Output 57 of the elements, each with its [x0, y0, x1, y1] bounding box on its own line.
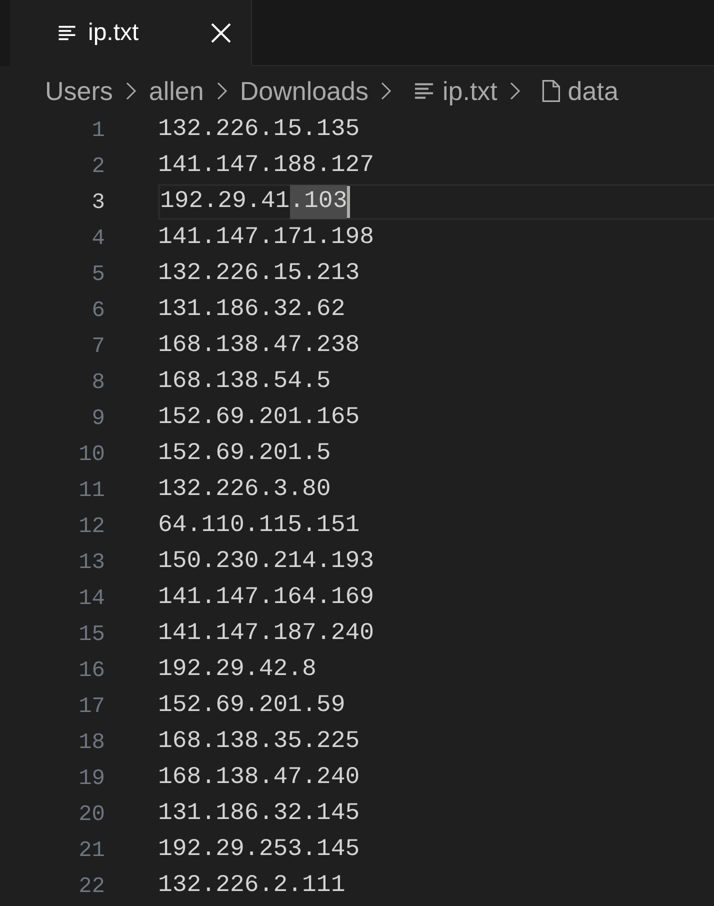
- code-line: 141.147.188.127: [158, 151, 374, 181]
- code-line: 152.69.201.59: [158, 691, 346, 721]
- code-line: 131.186.32.145: [158, 799, 360, 829]
- file-icon: [541, 79, 562, 103]
- line-number: 5: [90, 260, 105, 288]
- line-number: 2: [90, 152, 105, 180]
- code-line: 141.147.187.240: [158, 619, 374, 649]
- code-line: 192.29.253.145: [158, 835, 360, 865]
- code-line: 150.230.214.193: [158, 547, 374, 577]
- code-line: 168.138.47.240: [158, 763, 360, 793]
- code-line: 141.147.164.169: [158, 583, 374, 613]
- code-line: 132.226.15.213: [158, 259, 360, 289]
- line-number: 17: [78, 692, 105, 720]
- line-number: 3: [90, 188, 105, 216]
- line-number: 22: [78, 872, 105, 900]
- code-line: 132.226.3.80: [158, 475, 331, 505]
- line-number: 19: [78, 764, 105, 792]
- line-number: 16: [78, 656, 105, 684]
- line-number: 9: [90, 404, 105, 432]
- code-line: 152.69.201.165: [158, 403, 360, 433]
- line-number: 1: [90, 116, 105, 144]
- line-number: 12: [78, 512, 105, 540]
- breadcrumb-item[interactable]: Users: [45, 72, 113, 110]
- line-number: 18: [78, 728, 105, 756]
- code-line: 141.147.171.198: [158, 223, 374, 253]
- close-icon[interactable]: [209, 21, 233, 45]
- chevron-icon: [216, 81, 228, 101]
- line-number: 21: [78, 836, 105, 864]
- code-line: 132.226.2.111: [158, 871, 346, 901]
- chevron-icon: [509, 81, 522, 101]
- breadcrumb-item[interactable]: ip.txt: [442, 72, 498, 110]
- line-number: 14: [78, 584, 105, 612]
- code-line: 192.29.42.8: [158, 655, 316, 685]
- line-number: 15: [78, 620, 105, 648]
- line-number: 11: [78, 476, 105, 504]
- code-line: 192.29.41: [160, 187, 290, 217]
- line-number: 20: [78, 800, 105, 828]
- line-number: 4: [90, 224, 105, 252]
- code-line: 132.226.15.135: [158, 115, 360, 145]
- text-cursor: [347, 186, 350, 218]
- line-number: 10: [78, 440, 105, 468]
- selected-text: .103: [290, 185, 348, 219]
- line-number: 8: [90, 368, 105, 396]
- breadcrumb-item[interactable]: allen: [148, 72, 204, 110]
- line-number: 6: [90, 296, 105, 324]
- code-line: 64.110.115.151: [158, 511, 360, 541]
- code-line: 168.138.35.225: [158, 727, 360, 757]
- breadcrumb-item[interactable]: data: [568, 72, 618, 110]
- chevron-icon: [124, 81, 137, 101]
- code-line: 168.138.47.238: [158, 331, 360, 361]
- line-number: 13: [78, 548, 105, 576]
- breadcrumb-item[interactable]: Downloads: [240, 72, 368, 110]
- chevron-icon: [380, 81, 392, 101]
- code-line: 168.138.54.5: [158, 367, 331, 397]
- code-line: 152.69.201.5: [158, 439, 331, 469]
- code-line: 131.186.32.62: [158, 295, 346, 325]
- line-number: 7: [90, 332, 105, 360]
